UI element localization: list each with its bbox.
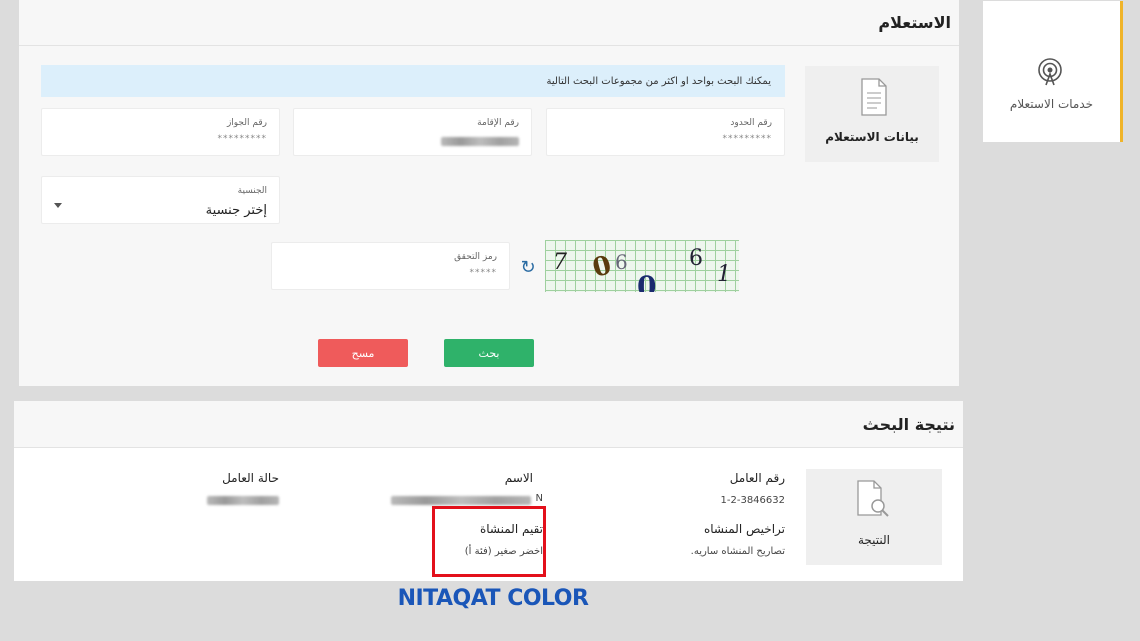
worker-number-value: 1-2-3846632 [720, 495, 785, 506]
chevron-down-icon [54, 203, 62, 208]
border-number-value: ********* [722, 134, 772, 144]
captcha-value: ***** [469, 268, 497, 278]
nationality-value: إختر جنسية [205, 203, 267, 218]
passport-number-value: ********* [217, 134, 267, 144]
border-number-field[interactable]: رقم الحدود ********* [546, 108, 785, 156]
captcha-image: 7 0 6 0 6 1 [545, 240, 739, 292]
name-redacted [391, 496, 531, 505]
result-label: النتيجة [857, 533, 891, 547]
document-search-icon [857, 480, 889, 517]
inquiry-data-label: بيانات الاستعلام [825, 130, 919, 144]
captcha-label: رمز التحقق [454, 252, 497, 262]
nationality-label: الجنسية [237, 186, 267, 196]
iqama-number-field[interactable]: رقم الإقامة [293, 108, 532, 156]
result-box: النتيجة [806, 469, 942, 565]
inquiry-title: الاستعلام [19, 0, 959, 46]
document-icon [861, 78, 887, 116]
inquiry-services-card[interactable]: خدمات الاستعلام [983, 1, 1123, 142]
broadcast-icon [1038, 58, 1062, 86]
name-suffix: N [535, 493, 543, 504]
passport-number-label: رقم الجواز [226, 118, 267, 128]
nationality-select[interactable]: الجنسية إختر جنسية [41, 176, 280, 224]
captcha-field[interactable]: رمز التحقق ***** [271, 242, 510, 290]
iqama-number-redacted [441, 137, 519, 146]
captcha-glyph: 0 [637, 270, 657, 292]
nitaqat-caption: NITAQAT COLOR [397, 586, 589, 611]
search-button[interactable]: بحث [444, 339, 534, 367]
name-label: الاسم [504, 471, 533, 485]
licenses-label: تراخيص المنشاه [703, 522, 785, 536]
nitaqat-highlight-box [432, 506, 546, 577]
search-info-banner: يمكنك البحث بواحد او اكثر من مجموعات الب… [41, 65, 785, 97]
iqama-number-label: رقم الإقامة [477, 118, 519, 128]
worker-status-redacted [207, 496, 279, 505]
captcha-glyph: 6 [689, 246, 703, 271]
passport-number-field[interactable]: رقم الجواز ********* [41, 108, 280, 156]
refresh-captcha-icon[interactable]: ↻ [517, 256, 539, 278]
worker-number-label: رقم العامل [729, 471, 785, 485]
inquiry-data-box: بيانات الاستعلام [805, 66, 939, 162]
result-title: نتيجة البحث [14, 401, 963, 448]
clear-button[interactable]: مسح [318, 339, 408, 367]
captcha-glyph: 7 [553, 250, 567, 275]
captcha-glyph: 6 [615, 250, 628, 274]
licenses-value: تصاريح المنشاه ساريه. [690, 546, 785, 557]
inquiry-services-label: خدمات الاستعلام [1009, 97, 1094, 111]
captcha-glyph: 1 [717, 262, 731, 287]
border-number-label: رقم الحدود [730, 118, 772, 128]
captcha-glyph: 0 [589, 250, 615, 284]
worker-status-label: حالة العامل [222, 471, 279, 485]
inquiry-panel: الاستعلام بيانات الاستعلام يمكنك البحث ب… [19, 0, 959, 386]
